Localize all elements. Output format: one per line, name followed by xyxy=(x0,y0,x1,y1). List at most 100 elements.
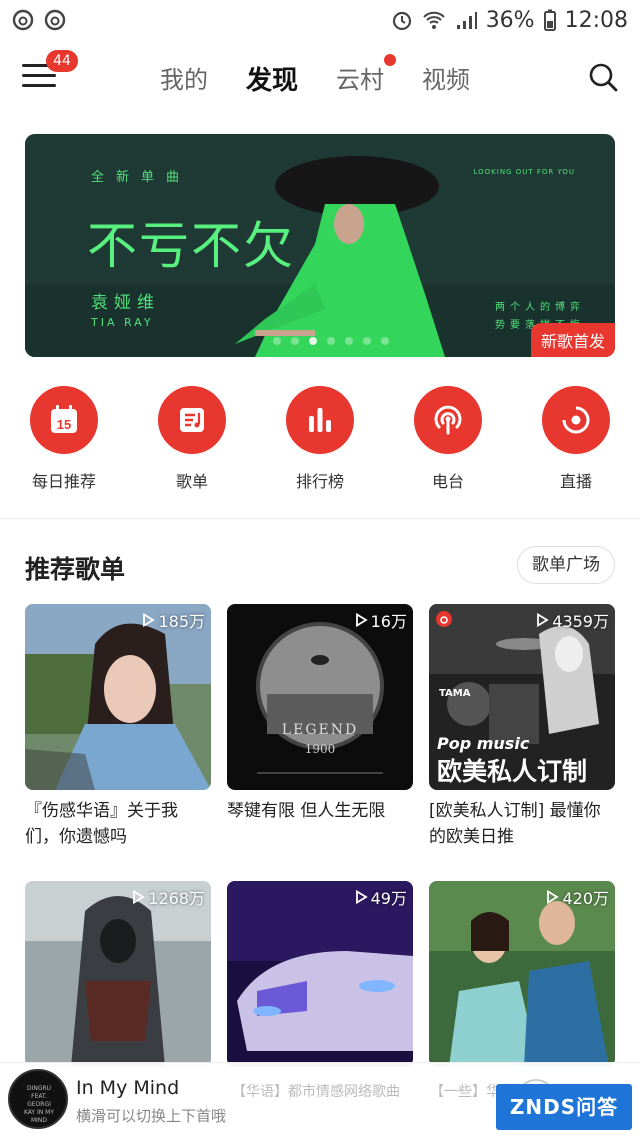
play-count-value: 16万 xyxy=(370,612,407,631)
playlist-cover: 420万 xyxy=(429,881,615,1067)
pager-dot xyxy=(345,337,353,345)
shortcut-daily-label: 每日推荐 xyxy=(31,472,96,491)
battery-percent: 36% xyxy=(485,7,535,33)
playlist-card[interactable]: 420万 xyxy=(429,881,615,1067)
album-disc[interactable]: DINGRU FEAT. GEORGI KAY IN MY MIND xyxy=(8,1069,68,1129)
cover-caption-year: 1900 xyxy=(304,742,336,756)
chart-icon xyxy=(309,408,331,432)
now-playing-title: In My Mind xyxy=(76,1077,180,1099)
tab-video[interactable]: 视频 xyxy=(422,60,470,97)
play-count: 185万 xyxy=(142,608,205,632)
shortcut-chart-label: 排行榜 xyxy=(295,472,344,491)
play-count-value: 4359万 xyxy=(552,612,609,631)
play-count-value: 420万 xyxy=(562,889,609,908)
watermark: ZNDS问答 xyxy=(496,1084,632,1130)
banner-lyric-1: 两个人的博弈 xyxy=(495,302,585,313)
play-icon xyxy=(355,613,368,627)
playlist-title: [欧美私人订制] 最懂你的欧美日推 xyxy=(429,801,601,847)
play-count: 420万 xyxy=(546,885,609,909)
shortcut-radio-label: 电台 xyxy=(431,472,464,491)
wifi-icon xyxy=(422,11,445,29)
pager-dot xyxy=(291,337,299,345)
playlist-card[interactable]: TAMA Pop music 欧美私人订制 4359万 [欧美私人订制] 最懂你… xyxy=(429,604,615,850)
playlist-cover: TAMA Pop music 欧美私人订制 4359万 xyxy=(429,604,615,790)
top-nav: 44 我的 发现 云村 视频 xyxy=(0,48,640,110)
play-icon xyxy=(133,890,145,904)
playlist-icon xyxy=(180,408,204,432)
notification-badge: 44 xyxy=(46,50,78,72)
playlist-cover: 1268万 xyxy=(25,881,211,1067)
banner-pager xyxy=(273,337,389,345)
shortcut-chart-circle xyxy=(286,386,354,454)
shortcut-live-circle xyxy=(542,386,610,454)
shortcut-playlist-label: 歌单 xyxy=(175,472,208,491)
tab-discover[interactable]: 发现 xyxy=(246,60,298,97)
play-count: 1268万 xyxy=(132,885,205,909)
play-icon xyxy=(143,613,156,627)
shortcut-playlist-circle xyxy=(158,386,226,454)
play-icon xyxy=(537,613,549,627)
netease-icon xyxy=(12,9,34,31)
alarm-icon xyxy=(392,11,411,31)
signal-icon xyxy=(456,12,477,29)
playlist-card[interactable]: 1268万 xyxy=(25,881,211,1067)
menu-icon-line xyxy=(22,84,56,87)
play-count: 4359万 xyxy=(536,608,609,632)
play-count: 49万 xyxy=(355,885,407,909)
shortcut-live-label: 直播 xyxy=(559,472,592,491)
calendar-icon: 15 xyxy=(51,405,77,433)
playlist-title: 『伤感华语』关于我们，你遗憾吗 xyxy=(25,801,178,847)
playlist-cover: LEGEND 1900 16万 xyxy=(227,604,413,790)
banner-artist: 袁娅维 xyxy=(91,293,160,313)
playlist-card[interactable]: 49万 xyxy=(227,881,413,1067)
play-count: 16万 xyxy=(355,608,407,632)
cover-caption-cn: 欧美私人订制 xyxy=(437,757,588,786)
section-title: 推荐歌单 xyxy=(25,555,126,584)
search-icon[interactable] xyxy=(588,62,618,92)
disc-label: DINGRU FEAT. GEORGI KAY IN MY MIND xyxy=(23,1085,55,1124)
cover-caption-en: Pop music xyxy=(437,734,530,753)
netease-logo-icon xyxy=(436,611,452,627)
netease-icon xyxy=(44,9,66,31)
promo-banner[interactable]: 全新单曲 不亏不欠 袁娅维 TIA RAY LOOKING OUT FOR YO… xyxy=(25,134,615,357)
playlist-card[interactable]: 185万 『伤感华语』关于我们，你遗憾吗 xyxy=(25,604,211,850)
banner-artist-en: TIA RAY xyxy=(91,316,154,329)
pager-dot xyxy=(363,337,371,345)
pager-dot xyxy=(381,337,389,345)
status-bar: 36% 12:08 xyxy=(0,0,640,40)
tab-mine[interactable]: 我的 xyxy=(160,60,208,97)
calendar-day: 15 xyxy=(57,417,71,432)
playlist-cover: 185万 xyxy=(25,604,211,790)
section-divider xyxy=(0,518,640,519)
shortcut-radio-circle xyxy=(414,386,482,454)
tab-bar: 我的 发现 云村 视频 xyxy=(160,54,470,97)
shortcut-daily-circle: 15 xyxy=(30,386,98,454)
play-count-value: 185万 xyxy=(158,612,205,631)
shortcut-row: 15 每日推荐 歌单 排行榜 电台 直播 xyxy=(0,386,640,496)
live-icon xyxy=(562,406,590,434)
clock: 12:08 xyxy=(564,7,628,33)
shortcut-daily[interactable]: 15 每日推荐 xyxy=(14,386,114,492)
playlist-card[interactable]: LEGEND 1900 16万 琴键有限 但人生无限 xyxy=(227,604,413,824)
playlist-plaza-button[interactable]: 歌单广场 xyxy=(517,546,615,584)
new-dot xyxy=(384,54,397,66)
play-count-value: 1268万 xyxy=(148,889,205,908)
playlist-title: 琴键有限 但人生无限 xyxy=(227,801,386,821)
shortcut-radio[interactable]: 电台 xyxy=(398,386,498,492)
shortcut-chart[interactable]: 排行榜 xyxy=(270,386,370,492)
play-icon xyxy=(547,890,560,904)
tab-cloud-village[interactable]: 云村 xyxy=(336,54,397,97)
drum-brand: TAMA xyxy=(439,688,471,699)
tab-cloud-village-label: 云村 xyxy=(336,66,385,94)
banner-tagline: 全新单曲 xyxy=(91,170,192,185)
pager-dot xyxy=(273,337,281,345)
play-icon xyxy=(355,890,368,904)
background-card-title: 【华语】都市情感网络歌曲 xyxy=(232,1084,400,1100)
playlist-cover: 49万 xyxy=(227,881,413,1067)
shortcut-playlist[interactable]: 歌单 xyxy=(142,386,242,492)
play-count-value: 49万 xyxy=(370,889,407,908)
swipe-hint: 横滑可以切换上下首哦 xyxy=(76,1107,227,1125)
battery-icon xyxy=(543,9,556,31)
banner-title: 不亏不欠 xyxy=(87,217,295,275)
shortcut-live[interactable]: 直播 xyxy=(526,386,626,492)
